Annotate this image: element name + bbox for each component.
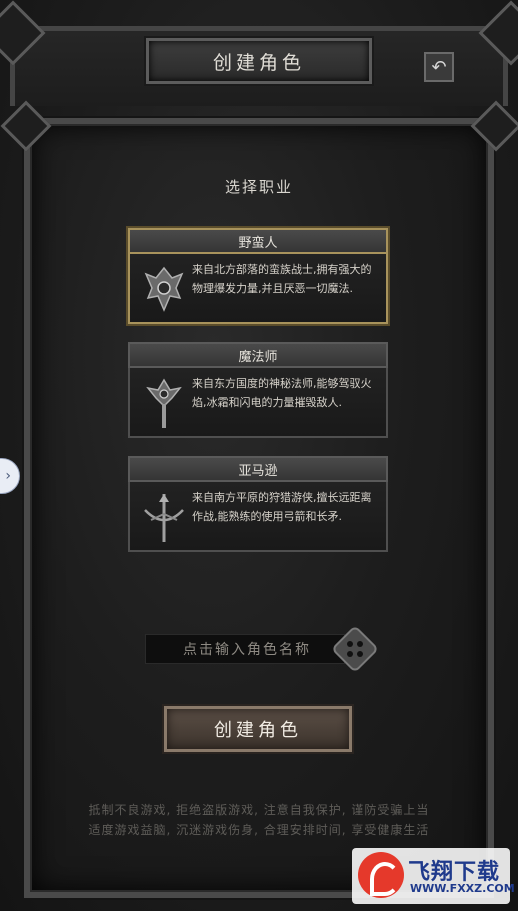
back-arrow-icon: ↶ <box>431 56 447 78</box>
page-title-text: 创建角色 <box>212 51 305 74</box>
back-button[interactable]: ↶ <box>424 52 454 82</box>
class-name: 魔法师 <box>238 349 278 365</box>
class-card-header: 亚马逊 <box>128 456 388 482</box>
notice-line-1: 抵制不良游戏, 拒绝盗版游戏, 注意自我保护, 谨防受骗上当 <box>88 803 430 817</box>
dice-icon <box>340 634 370 664</box>
health-notice: 抵制不良游戏, 拒绝盗版游戏, 注意自我保护, 谨防受骗上当 适度游戏益脑, 沉… <box>56 800 462 840</box>
page-title: 创建角色 <box>146 38 372 84</box>
character-name-field <box>145 634 348 665</box>
class-description: 来自南方平原的狩猎游侠,擅长远距离作战,能熟练的使用弓箭和长矛. <box>192 491 372 523</box>
class-card-body: 来自南方平原的狩猎游侠,擅长远距离作战,能熟练的使用弓箭和长矛. <box>128 482 388 552</box>
site-watermark: 飞翔下载 WWW.FXXZ.COM <box>352 848 515 904</box>
amazon-emblem-icon <box>140 490 188 546</box>
class-card-barbarian[interactable]: 野蛮人 来自北方部落的蛮族战士,拥有强大的物理爆发力量,并且厌恶一切魔法. <box>128 228 388 324</box>
class-card-amazon[interactable]: 亚马逊 来自南方平原的狩猎游侠,擅长远距离作战,能熟练的使用弓箭和长矛. <box>128 456 388 552</box>
class-name: 亚马逊 <box>238 463 278 479</box>
select-class-title: 选择职业 <box>224 178 293 196</box>
class-card-mage[interactable]: 魔法师 来自东方国度的神秘法师,能够驾驭火焰,冰霜和闪电的力量摧毁敌人. <box>128 342 388 438</box>
fxxz-logo-icon <box>358 852 404 898</box>
class-card-body: 来自北方部落的蛮族战士,拥有强大的物理爆发力量,并且厌恶一切魔法. <box>128 254 388 324</box>
create-character-label: 创建角色 <box>214 720 302 741</box>
class-name: 野蛮人 <box>238 235 278 251</box>
notice-line-2: 适度游戏益脑, 沉迷游戏伤身, 合理安排时间, 享受健康生活 <box>88 823 430 837</box>
class-card-body: 来自东方国度的神秘法师,能够驾驭火焰,冰霜和闪电的力量摧毁敌人. <box>128 368 388 438</box>
class-card-header: 野蛮人 <box>128 228 388 254</box>
chevron-right-icon: › <box>5 468 11 484</box>
class-description: 来自东方国度的神秘法师,能够驾驭火焰,冰霜和闪电的力量摧毁敌人. <box>192 377 372 409</box>
class-card-header: 魔法师 <box>128 342 388 368</box>
character-name-input[interactable] <box>146 635 348 665</box>
barbarian-emblem-icon <box>140 262 188 318</box>
create-character-button[interactable]: 创建角色 <box>164 706 352 752</box>
class-description: 来自北方部落的蛮族战士,拥有强大的物理爆发力量,并且厌恶一切魔法. <box>192 263 372 295</box>
mage-emblem-icon <box>140 376 188 432</box>
watermark-url: WWW.FXXZ.COM <box>410 882 515 895</box>
